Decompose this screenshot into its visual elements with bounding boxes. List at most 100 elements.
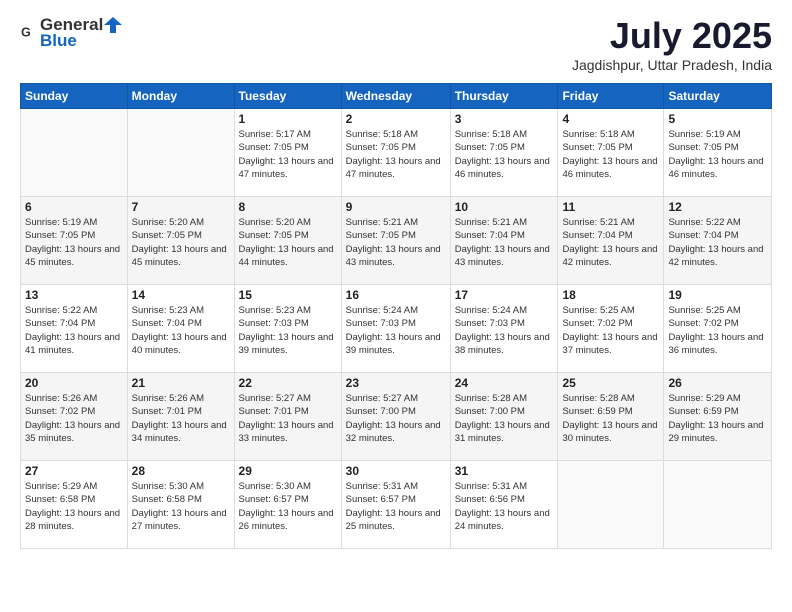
calendar-day-22: 22 Sunrise: 5:27 AM Sunset: 7:01 PM Dayli… (234, 373, 341, 461)
calendar-day-17: 17Sunrise: 5:24 AM Sunset: 7:03 PM Dayli… (450, 285, 558, 373)
day-info: Sunrise: 5:26 AM Sunset: 7:02 PM Dayligh… (25, 392, 123, 445)
day-number: 7 (132, 200, 230, 214)
calendar-day-5: 5Sunrise: 5:19 AM Sunset: 7:05 PM Daylig… (664, 109, 772, 197)
day-number: 6 (25, 200, 123, 214)
weekday-header-friday: Friday (558, 84, 664, 109)
day-number: 19 (668, 288, 767, 302)
day-info: Sunrise: 5:18 AM Sunset: 7:05 PM Dayligh… (346, 128, 446, 181)
calendar-empty-cell (127, 109, 234, 197)
day-info: Sunrise: 5:21 AM Sunset: 7:04 PM Dayligh… (562, 216, 659, 269)
calendar-day-24: 24 Sunrise: 5:28 AM Sunset: 7:00 PM Dayli… (450, 373, 558, 461)
day-info: Sunrise: 5:21 AM Sunset: 7:04 PM Dayligh… (455, 216, 554, 269)
weekday-header-sunday: Sunday (21, 84, 128, 109)
calendar-day-26: 26 Sunrise: 5:29 AM Sunset: 6:59 PM Dayli… (664, 373, 772, 461)
calendar-page: G General Blue July 2025 Jagdishpur, Utt… (0, 0, 792, 612)
day-number: 15 (239, 288, 337, 302)
day-info: Sunrise: 5:29 AM Sunset: 6:59 PM Dayligh… (668, 392, 767, 445)
calendar-day-8: 8Sunrise: 5:20 AM Sunset: 7:05 PM Daylig… (234, 197, 341, 285)
day-number: 27 (25, 464, 123, 478)
weekday-header-monday: Monday (127, 84, 234, 109)
calendar-day-23: 23 Sunrise: 5:27 AM Sunset: 7:00 PM Dayli… (341, 373, 450, 461)
calendar-day-9: 9 Sunrise: 5:21 AM Sunset: 7:05 PM Daylig… (341, 197, 450, 285)
day-number: 28 (132, 464, 230, 478)
calendar-empty-cell (558, 461, 664, 549)
calendar-day-27: 27Sunrise: 5:29 AM Sunset: 6:58 PM Dayli… (21, 461, 128, 549)
day-number: 24 (455, 376, 554, 390)
calendar-day-31: 31Sunrise: 5:31 AM Sunset: 6:56 PM Dayli… (450, 461, 558, 549)
calendar-week-row: 20Sunrise: 5:26 AM Sunset: 7:02 PM Dayli… (21, 373, 772, 461)
day-number: 16 (346, 288, 446, 302)
day-number: 12 (668, 200, 767, 214)
calendar-day-10: 10 Sunrise: 5:21 AM Sunset: 7:04 PM Dayli… (450, 197, 558, 285)
day-info: Sunrise: 5:24 AM Sunset: 7:03 PM Dayligh… (346, 304, 446, 357)
day-number: 17 (455, 288, 554, 302)
day-number: 30 (346, 464, 446, 478)
day-info: Sunrise: 5:19 AM Sunset: 7:05 PM Dayligh… (25, 216, 123, 269)
day-info: Sunrise: 5:20 AM Sunset: 7:05 PM Dayligh… (132, 216, 230, 269)
day-info: Sunrise: 5:31 AM Sunset: 6:57 PM Dayligh… (346, 480, 446, 533)
day-number: 14 (132, 288, 230, 302)
day-info: Sunrise: 5:30 AM Sunset: 6:57 PM Dayligh… (239, 480, 337, 533)
title-section: July 2025 Jagdishpur, Uttar Pradesh, Ind… (572, 15, 772, 73)
header: G General Blue July 2025 Jagdishpur, Utt… (20, 15, 772, 73)
day-info: Sunrise: 5:25 AM Sunset: 7:02 PM Dayligh… (562, 304, 659, 357)
weekday-header-wednesday: Wednesday (341, 84, 450, 109)
day-info: Sunrise: 5:23 AM Sunset: 7:04 PM Dayligh… (132, 304, 230, 357)
calendar-day-7: 7 Sunrise: 5:20 AM Sunset: 7:05 PM Daylig… (127, 197, 234, 285)
logo-general-text: G (20, 22, 40, 45)
day-info: Sunrise: 5:30 AM Sunset: 6:58 PM Dayligh… (132, 480, 230, 533)
day-number: 2 (346, 112, 446, 126)
calendar-week-row: 13Sunrise: 5:22 AM Sunset: 7:04 PM Dayli… (21, 285, 772, 373)
day-number: 23 (346, 376, 446, 390)
day-info: Sunrise: 5:27 AM Sunset: 7:01 PM Dayligh… (239, 392, 337, 445)
day-number: 9 (346, 200, 446, 214)
weekday-header-saturday: Saturday (664, 84, 772, 109)
calendar-day-6: 6 Sunrise: 5:19 AM Sunset: 7:05 PM Daylig… (21, 197, 128, 285)
day-info: Sunrise: 5:19 AM Sunset: 7:05 PM Dayligh… (668, 128, 767, 181)
day-number: 11 (562, 200, 659, 214)
day-number: 18 (562, 288, 659, 302)
calendar-day-2: 2 Sunrise: 5:18 AM Sunset: 7:05 PM Daylig… (341, 109, 450, 197)
day-number: 3 (455, 112, 554, 126)
day-info: Sunrise: 5:22 AM Sunset: 7:04 PM Dayligh… (668, 216, 767, 269)
calendar-empty-cell (664, 461, 772, 549)
calendar-day-19: 19Sunrise: 5:25 AM Sunset: 7:02 PM Dayli… (664, 285, 772, 373)
calendar-day-13: 13Sunrise: 5:22 AM Sunset: 7:04 PM Dayli… (21, 285, 128, 373)
day-number: 10 (455, 200, 554, 214)
day-info: Sunrise: 5:22 AM Sunset: 7:04 PM Dayligh… (25, 304, 123, 357)
day-info: Sunrise: 5:28 AM Sunset: 7:00 PM Dayligh… (455, 392, 554, 445)
calendar-week-row: 6 Sunrise: 5:19 AM Sunset: 7:05 PM Daylig… (21, 197, 772, 285)
day-info: Sunrise: 5:28 AM Sunset: 6:59 PM Dayligh… (562, 392, 659, 445)
calendar-day-20: 20Sunrise: 5:26 AM Sunset: 7:02 PM Dayli… (21, 373, 128, 461)
day-info: Sunrise: 5:21 AM Sunset: 7:05 PM Dayligh… (346, 216, 446, 269)
weekday-header-row: SundayMondayTuesdayWednesdayThursdayFrid… (21, 84, 772, 109)
calendar-empty-cell (21, 109, 128, 197)
day-info: Sunrise: 5:17 AM Sunset: 7:05 PM Dayligh… (239, 128, 337, 181)
calendar-week-row: 1 Sunrise: 5:17 AM Sunset: 7:05 PM Daylig… (21, 109, 772, 197)
day-number: 29 (239, 464, 337, 478)
day-number: 22 (239, 376, 337, 390)
day-info: Sunrise: 5:20 AM Sunset: 7:05 PM Dayligh… (239, 216, 337, 269)
calendar-day-28: 28 Sunrise: 5:30 AM Sunset: 6:58 PM Dayli… (127, 461, 234, 549)
calendar-day-15: 15 Sunrise: 5:23 AM Sunset: 7:03 PM Dayli… (234, 285, 341, 373)
calendar-day-12: 12 Sunrise: 5:22 AM Sunset: 7:04 PM Dayli… (664, 197, 772, 285)
logo: G General Blue (20, 15, 123, 51)
day-number: 1 (239, 112, 337, 126)
location-subtitle: Jagdishpur, Uttar Pradesh, India (572, 57, 772, 73)
weekday-header-tuesday: Tuesday (234, 84, 341, 109)
month-year-title: July 2025 (572, 15, 772, 57)
day-number: 26 (668, 376, 767, 390)
calendar-day-29: 29 Sunrise: 5:30 AM Sunset: 6:57 PM Dayli… (234, 461, 341, 549)
calendar-day-30: 30 Sunrise: 5:31 AM Sunset: 6:57 PM Dayli… (341, 461, 450, 549)
day-info: Sunrise: 5:27 AM Sunset: 7:00 PM Dayligh… (346, 392, 446, 445)
calendar-day-14: 14 Sunrise: 5:23 AM Sunset: 7:04 PM Dayli… (127, 285, 234, 373)
calendar-day-11: 11 Sunrise: 5:21 AM Sunset: 7:04 PM Dayli… (558, 197, 664, 285)
calendar-table: SundayMondayTuesdayWednesdayThursdayFrid… (20, 83, 772, 549)
calendar-day-1: 1 Sunrise: 5:17 AM Sunset: 7:05 PM Daylig… (234, 109, 341, 197)
day-number: 4 (562, 112, 659, 126)
calendar-day-25: 25 Sunrise: 5:28 AM Sunset: 6:59 PM Dayli… (558, 373, 664, 461)
calendar-day-3: 3Sunrise: 5:18 AM Sunset: 7:05 PM Daylig… (450, 109, 558, 197)
day-number: 25 (562, 376, 659, 390)
day-info: Sunrise: 5:31 AM Sunset: 6:56 PM Dayligh… (455, 480, 554, 533)
day-info: Sunrise: 5:23 AM Sunset: 7:03 PM Dayligh… (239, 304, 337, 357)
